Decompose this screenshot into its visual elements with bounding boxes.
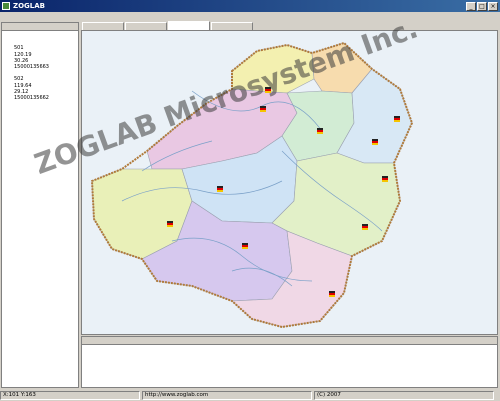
menu-system[interactable] bbox=[4, 13, 22, 20]
maximize-button[interactable]: □ bbox=[477, 1, 487, 11]
menu-bar bbox=[0, 12, 500, 21]
tab-realtime-list[interactable] bbox=[82, 22, 124, 30]
window-title: ZOGLAB bbox=[13, 2, 45, 10]
menu-view[interactable] bbox=[44, 13, 62, 20]
station-flag-icon[interactable] bbox=[372, 143, 378, 145]
station-flag-icon[interactable] bbox=[167, 225, 173, 227]
site-tree-header bbox=[2, 23, 78, 31]
view-tabs bbox=[82, 21, 253, 30]
city-marker[interactable] bbox=[167, 221, 173, 227]
station-flag-icon[interactable] bbox=[372, 139, 378, 141]
station-flag-icon[interactable] bbox=[265, 89, 271, 91]
city-marker[interactable] bbox=[382, 176, 388, 182]
station-flag-icon[interactable] bbox=[394, 118, 400, 120]
map-svg bbox=[82, 31, 497, 334]
site-tree[interactable]: 501 120.19 30.26 15000135663 502 119.64 29.12 1… bbox=[2, 31, 78, 103]
station-flag-icon[interactable] bbox=[329, 293, 335, 295]
info-output-header bbox=[82, 337, 497, 345]
city-marker[interactable] bbox=[394, 116, 400, 122]
status-bar: X:101 Y:163 http://www.zoglab.com (C) 20… bbox=[0, 390, 500, 401]
status-coordinates: X:101 Y:163 bbox=[0, 391, 140, 400]
tree-node[interactable]: 15000135662 bbox=[4, 95, 76, 101]
station-flag-icon[interactable] bbox=[242, 247, 248, 249]
station-flag-icon[interactable] bbox=[394, 116, 400, 118]
station-flag-icon[interactable] bbox=[265, 87, 271, 89]
station-flag-icon[interactable] bbox=[382, 180, 388, 182]
minimize-button[interactable]: _ bbox=[466, 1, 476, 11]
province-map[interactable] bbox=[81, 30, 498, 335]
city-marker[interactable] bbox=[260, 106, 266, 112]
station-flag-icon[interactable] bbox=[317, 130, 323, 132]
station-flag-icon[interactable] bbox=[372, 141, 378, 143]
city-marker[interactable] bbox=[329, 291, 335, 297]
station-flag-icon[interactable] bbox=[167, 221, 173, 223]
station-flag-icon[interactable] bbox=[260, 110, 266, 112]
station-flag-icon[interactable] bbox=[217, 188, 223, 190]
station-flag-icon[interactable] bbox=[382, 178, 388, 180]
station-flag-icon[interactable] bbox=[329, 295, 335, 297]
app-icon bbox=[2, 2, 10, 10]
station-flag-icon[interactable] bbox=[329, 291, 335, 293]
title-bar: ZOGLAB _ □ × bbox=[0, 0, 500, 12]
tab-site-map[interactable] bbox=[168, 21, 210, 30]
station-flag-icon[interactable] bbox=[362, 226, 368, 228]
site-tree-panel: 501 120.19 30.26 15000135663 502 119.64 29.12 1… bbox=[1, 22, 79, 388]
city-marker[interactable] bbox=[217, 186, 223, 192]
city-marker[interactable] bbox=[317, 128, 323, 134]
city-marker[interactable] bbox=[242, 243, 248, 249]
city-marker[interactable] bbox=[265, 87, 271, 93]
info-output-panel bbox=[81, 336, 498, 388]
station-flag-icon[interactable] bbox=[362, 224, 368, 226]
tab-realtime-curve[interactable] bbox=[125, 22, 167, 30]
station-flag-icon[interactable] bbox=[265, 91, 271, 93]
current-site-label bbox=[2, 374, 78, 383]
menu-help[interactable] bbox=[64, 13, 82, 20]
station-flag-icon[interactable] bbox=[217, 190, 223, 192]
station-flag-icon[interactable] bbox=[317, 128, 323, 130]
station-flag-icon[interactable] bbox=[167, 223, 173, 225]
station-flag-icon[interactable] bbox=[242, 243, 248, 245]
close-button[interactable]: × bbox=[488, 1, 498, 11]
menu-operations[interactable] bbox=[24, 13, 42, 20]
status-copyright: (C) 2007 bbox=[314, 391, 494, 400]
station-flag-icon[interactable] bbox=[260, 106, 266, 108]
station-flag-icon[interactable] bbox=[394, 120, 400, 122]
station-flag-icon[interactable] bbox=[317, 132, 323, 134]
station-flag-icon[interactable] bbox=[382, 176, 388, 178]
station-flag-icon[interactable] bbox=[260, 108, 266, 110]
status-url[interactable]: http://www.zoglab.com bbox=[142, 391, 312, 400]
station-flag-icon[interactable] bbox=[362, 228, 368, 230]
station-flag-icon[interactable] bbox=[217, 186, 223, 188]
city-marker[interactable] bbox=[372, 139, 378, 145]
station-flag-icon[interactable] bbox=[242, 245, 248, 247]
tab-data-monitor[interactable] bbox=[211, 22, 253, 30]
city-marker[interactable] bbox=[362, 224, 368, 230]
